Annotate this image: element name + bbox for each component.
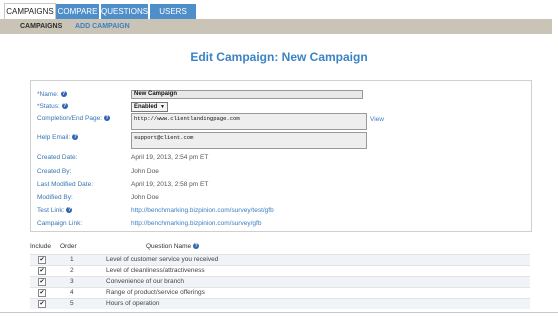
order-value: 3: [70, 278, 74, 285]
created-date-label: Created Date:: [37, 154, 78, 161]
order-value: 1: [70, 256, 74, 263]
help-label-row: Help Email:?: [37, 134, 79, 141]
name-input[interactable]: New Campaign: [131, 90, 363, 99]
order-column-header: Order: [60, 243, 77, 250]
tab-compare[interactable]: COMPARE: [56, 4, 99, 19]
test-link[interactable]: http://benchmarking.bizpinion.com/survey…: [131, 207, 274, 214]
include-checkbox[interactable]: ✔: [38, 267, 46, 275]
campaign-form-panel: *Name:? New Campaign *Status:? Enabled ▼…: [30, 80, 532, 232]
last-modified-date-label: Last Modified Date:: [37, 181, 94, 188]
status-label: *Status:: [37, 103, 60, 110]
info-icon[interactable]: ?: [66, 207, 73, 213]
name-label: *Name:: [37, 91, 59, 98]
info-icon[interactable]: ?: [104, 115, 111, 121]
completion-label-row: Completion/End Page:?: [37, 115, 111, 122]
test-link-label-row: Test Link:?: [37, 207, 73, 214]
info-icon[interactable]: ?: [193, 243, 200, 249]
question-name-column-header: Question Name?: [146, 243, 200, 250]
table-row: ✔ 4 Range of product/service offerings: [30, 287, 530, 298]
question-name: Level of cleanliness/attractiveness: [106, 267, 205, 274]
order-value: 5: [70, 300, 74, 307]
question-name: Convenience of our branch: [106, 278, 185, 285]
order-value: 4: [70, 289, 74, 296]
question-name: Hours of operation: [106, 300, 160, 307]
completion-label: Completion/End Page:: [37, 115, 103, 122]
test-link-label: Test Link:: [37, 207, 65, 214]
status-select[interactable]: Enabled ▼: [131, 102, 168, 112]
question-name: Level of customer service you received: [106, 256, 219, 263]
modified-by-label: Modified By:: [37, 194, 73, 201]
table-row: ✔ 5 Hours of operation: [30, 298, 530, 309]
sub-navigation: CAMPAIGNS ADD CAMPAIGN: [0, 19, 554, 34]
help-email-input[interactable]: support@client.com: [131, 132, 367, 149]
top-navigation: CAMPAIGNS COMPARE QUESTIONS USERS: [0, 0, 558, 20]
campaign-link[interactable]: http://benchmarking.bizpinion.com/survey…: [131, 220, 261, 227]
name-label-row: *Name:?: [37, 91, 67, 98]
completion-page-input[interactable]: http://www.clientlandingpage.com: [131, 113, 367, 130]
table-row: ✔ 2 Level of cleanliness/attractiveness: [30, 265, 530, 276]
page-bottom-divider: [0, 312, 558, 313]
status-label-row: *Status:?: [37, 103, 68, 110]
last-modified-date-value: April 19, 2013, 2:58 pm ET: [131, 181, 209, 188]
table-row: ✔ 3 Convenience of our branch: [30, 276, 530, 287]
info-icon[interactable]: ?: [60, 91, 67, 97]
info-icon[interactable]: ?: [61, 103, 68, 109]
order-value: 2: [70, 267, 74, 274]
page-title: Edit Campaign: New Campaign: [190, 50, 368, 64]
help-email-label: Help Email:: [37, 134, 71, 141]
include-checkbox[interactable]: ✔: [38, 300, 46, 308]
include-checkbox[interactable]: ✔: [38, 278, 46, 286]
info-icon[interactable]: ?: [72, 134, 79, 140]
include-checkbox[interactable]: ✔: [38, 289, 46, 297]
created-by-label: Created By:: [37, 168, 72, 175]
campaign-link-label: Campaign Link:: [37, 220, 83, 227]
chevron-down-icon: ▼: [160, 104, 165, 110]
tab-campaigns[interactable]: CAMPAIGNS: [4, 3, 56, 20]
created-date-value: April 19, 2013, 2:54 pm ET: [131, 154, 209, 161]
include-checkbox[interactable]: ✔: [38, 256, 46, 264]
include-column-header: Include: [30, 243, 51, 250]
question-name: Range of product/service offerings: [106, 289, 205, 296]
tab-users[interactable]: USERS: [150, 4, 196, 19]
modified-by-value: John Doe: [131, 194, 159, 201]
subnav-add-campaign[interactable]: ADD CAMPAIGN: [75, 22, 130, 31]
view-link[interactable]: View: [370, 116, 384, 123]
questions-table-header: Include Order Question Name?: [30, 240, 530, 252]
question-name-header-text: Question Name: [146, 243, 192, 250]
table-row: ✔ 1 Level of customer service you receiv…: [30, 254, 530, 265]
status-select-value: Enabled: [134, 104, 158, 110]
tab-questions[interactable]: QUESTIONS: [101, 4, 148, 19]
created-by-value: John Doe: [131, 168, 159, 175]
subnav-campaigns[interactable]: CAMPAIGNS: [20, 22, 62, 31]
